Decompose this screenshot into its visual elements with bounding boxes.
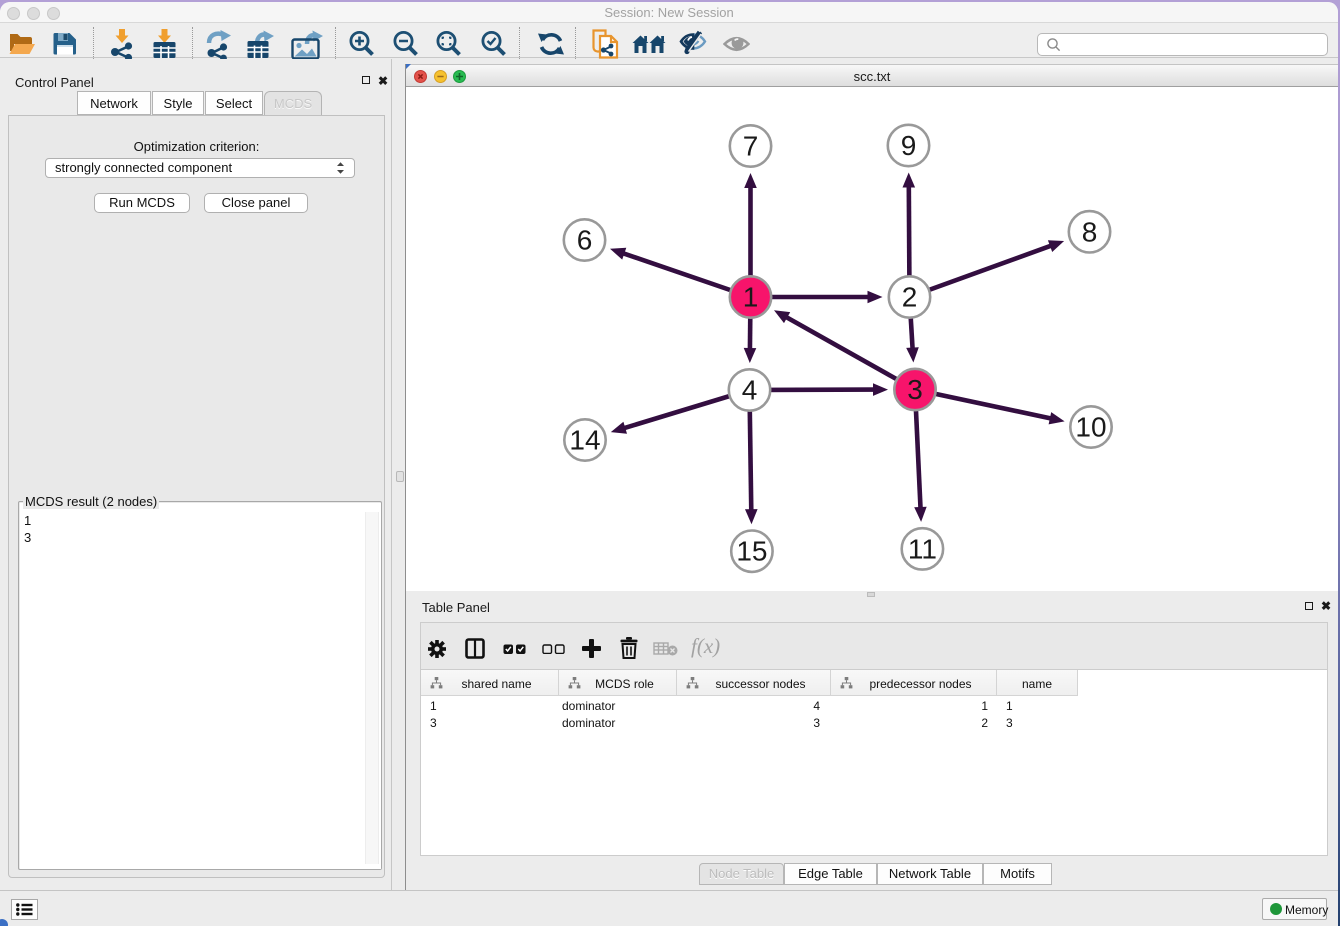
svg-text:9: 9 bbox=[901, 130, 917, 161]
svg-text:14: 14 bbox=[569, 425, 600, 456]
svg-text:15: 15 bbox=[736, 536, 767, 567]
svg-text:4: 4 bbox=[742, 375, 758, 406]
svg-text:6: 6 bbox=[577, 225, 593, 256]
svg-text:8: 8 bbox=[1082, 216, 1098, 247]
svg-text:7: 7 bbox=[743, 131, 759, 162]
svg-text:2: 2 bbox=[902, 282, 918, 313]
svg-text:11: 11 bbox=[908, 533, 937, 564]
svg-text:10: 10 bbox=[1075, 412, 1106, 443]
svg-text:1: 1 bbox=[743, 282, 759, 313]
svg-text:3: 3 bbox=[907, 374, 923, 405]
